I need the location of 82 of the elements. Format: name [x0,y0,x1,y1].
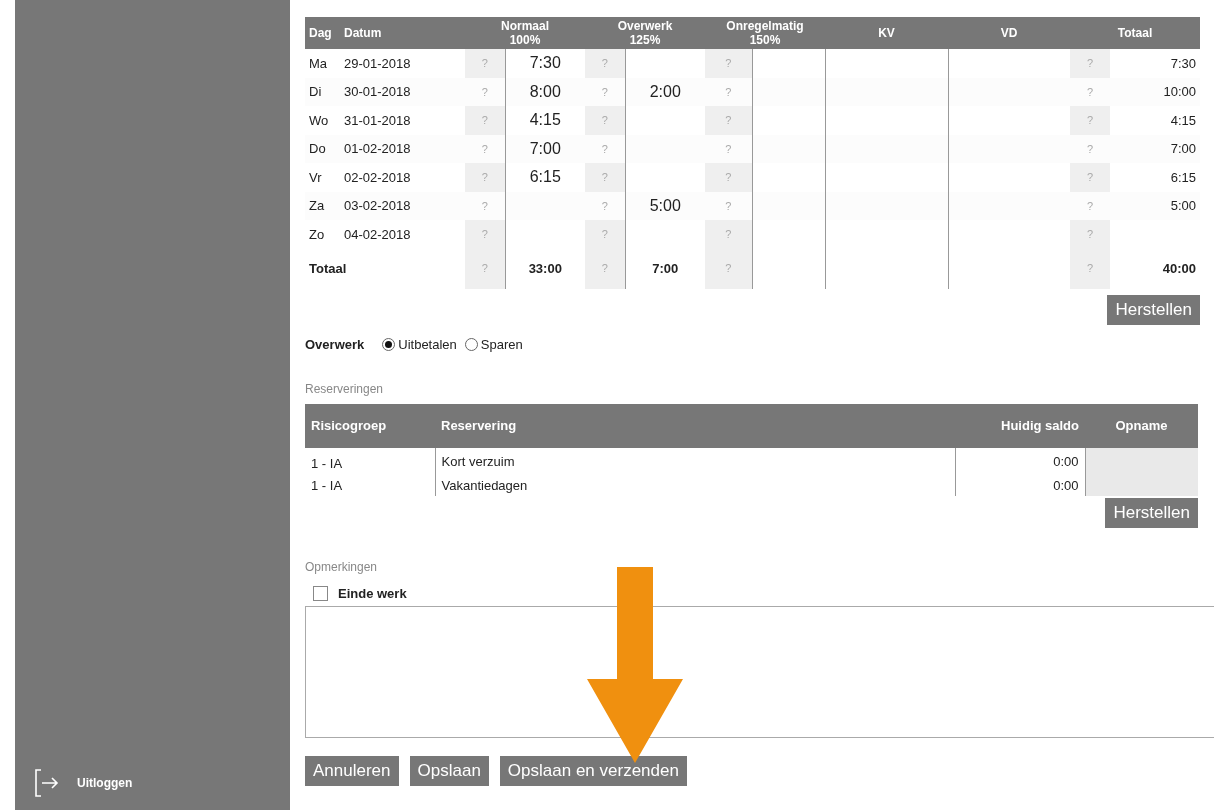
column-header: Onregelmatig 150% [705,17,826,49]
help-mark[interactable]: ? [465,134,505,163]
help-mark[interactable]: ? [705,163,752,192]
section-title: Opmerkingen [305,559,379,576]
table-cell: Ma [305,49,340,78]
column-header: Datum [340,17,465,49]
table-cell: 29-01-2018 [340,49,465,78]
column-header: Totaal [1070,17,1201,49]
column-header: VD [948,17,1071,49]
help-mark[interactable]: ? [465,49,505,78]
column-header: Normaal 100% [465,17,585,49]
help-mark[interactable]: ? [585,106,625,135]
help-mark[interactable]: ? [585,163,625,192]
checkbox-label: Einde werk [338,585,407,603]
help-mark[interactable]: ? [1070,248,1111,289]
column-header: Opname [1085,404,1198,448]
field-label: Overwerk [305,335,365,354]
table-cell: 02-02-2018 [340,163,465,192]
help-mark[interactable]: ? [705,77,752,106]
help-mark[interactable]: ? [1070,77,1111,106]
table-cell: Kort verzuim [435,448,955,475]
help-mark[interactable]: ? [585,77,625,106]
table-cell: 04-02-2018 [340,220,465,249]
help-mark[interactable]: ? [465,77,505,106]
table-cell: 31-01-2018 [340,106,465,135]
help-mark[interactable]: ? [705,191,752,220]
help-mark[interactable]: ? [1070,106,1111,135]
table-cell: 4:15 [1110,106,1201,135]
help-mark[interactable]: ? [585,134,625,163]
table-cell: 7:30 [1110,49,1201,78]
column-header: Risicogroep [305,404,435,448]
action-button[interactable]: Opslaan [409,755,489,786]
help-mark[interactable]: ? [1070,163,1111,192]
column-header: KV [825,17,949,49]
reset-button[interactable]: Herstellen [1105,498,1198,528]
help-mark[interactable]: ? [705,106,752,135]
table-cell: 2:00 [625,77,705,106]
help-mark[interactable]: ? [585,49,625,78]
reset-button[interactable]: Herstellen [1107,294,1200,325]
help-mark[interactable]: ? [585,248,625,289]
table-cell: Totaal [305,248,465,289]
section-title: Reserveringen [305,381,385,398]
logout-link[interactable]: Uitloggen [15,768,290,810]
input-field[interactable] [1085,448,1198,475]
column-header: Dag [305,17,340,49]
action-button[interactable]: Annuleren [305,755,399,786]
column-header: Huidig saldo [955,404,1085,448]
table-cell: 7:00 [505,134,585,163]
table-cell: 6:15 [1110,163,1201,192]
table-cell-text: Zo [308,225,326,244]
column-header: Overwerk 125% [585,17,705,49]
table-cell: 1 - IA [305,448,435,475]
help-mark[interactable]: ? [705,49,752,78]
remarks-field[interactable] [305,605,1214,738]
radio-option[interactable]: Uitbetalen [382,334,457,354]
input-field[interactable] [1085,474,1198,496]
help-mark[interactable]: ? [585,220,625,249]
help-mark[interactable]: ? [465,163,505,192]
table-cell: 1 - IA [305,474,435,496]
table-cell-text: Wo [308,111,330,130]
help-mark[interactable]: ? [705,134,752,163]
help-mark[interactable]: ? [1070,49,1111,78]
table-cell: 5:00 [625,191,705,220]
logout-icon [33,768,59,798]
table-cell-text: Vr [308,168,323,187]
help-mark[interactable]: ? [705,248,752,289]
help-mark[interactable]: ? [465,220,505,249]
help-mark[interactable]: ? [465,191,505,220]
column-header: Reservering [435,404,955,448]
table-cell: 8:00 [505,77,585,106]
help-mark[interactable]: ? [585,191,625,220]
action-button[interactable]: Opslaan en verzenden [499,755,687,786]
radio-option[interactable]: Sparen [464,334,523,354]
help-mark[interactable]: ? [1070,134,1111,163]
table-cell: Vakantiedagen [435,474,955,496]
table-cell: 40:00 [1110,248,1201,289]
help-mark[interactable]: ? [1070,191,1111,220]
help-mark[interactable]: ? [465,106,505,135]
help-mark[interactable]: ? [705,220,752,249]
help-mark[interactable]: ? [1070,220,1111,249]
help-mark[interactable]: ? [465,248,505,289]
checkbox[interactable] [313,586,328,602]
